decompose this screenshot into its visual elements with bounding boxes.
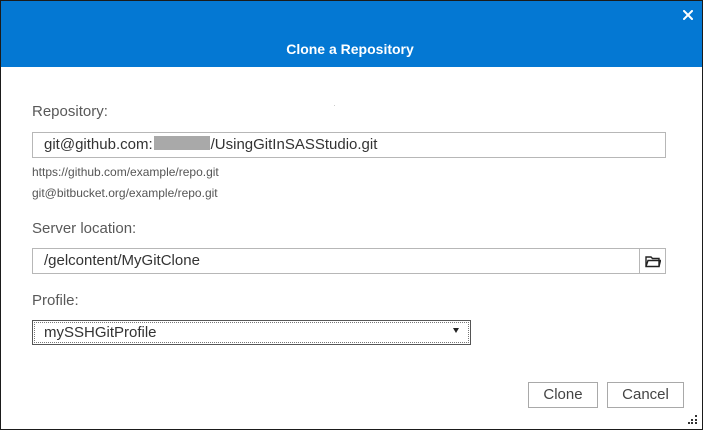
grip-dot	[691, 419, 693, 421]
cancel-button[interactable]: Cancel	[607, 382, 684, 408]
clone-repository-dialog: Clone a Repository Repository: git@githu…	[0, 0, 703, 430]
browse-folder-button[interactable]	[639, 248, 666, 274]
repository-value-suffix: /UsingGitInSASStudio.git	[210, 136, 378, 153]
repository-value-prefix: git@github.com:	[44, 136, 153, 153]
chevron-down-icon	[453, 328, 459, 333]
close-button[interactable]	[681, 8, 695, 22]
repository-hint-https: https://github.com/example/repo.git	[32, 165, 219, 179]
dialog-header: Clone a Repository	[1, 1, 702, 67]
grip-dot	[688, 422, 690, 424]
grip-dot	[695, 415, 697, 417]
grip-dot	[695, 422, 697, 424]
profile-label: Profile:	[32, 292, 79, 309]
redacted-username	[153, 136, 210, 150]
repository-input[interactable]: git@github.com: /UsingGitInSASStudio.git	[32, 132, 666, 158]
repository-hint-ssh: git@bitbucket.org/example/repo.git	[32, 186, 218, 200]
grip-dot	[695, 419, 697, 421]
clone-button[interactable]: Clone	[528, 382, 598, 408]
close-icon	[682, 9, 694, 21]
repository-label: Repository:	[32, 103, 108, 120]
profile-select[interactable]: mySSHGitProfile	[32, 320, 471, 345]
profile-selected-value: mySSHGitProfile	[44, 324, 157, 341]
server-location-label: Server location:	[32, 220, 137, 237]
server-location-input[interactable]: /gelcontent/MyGitClone	[32, 248, 640, 274]
dialog-title: Clone a Repository	[286, 41, 414, 57]
stray-pixel	[334, 105, 335, 106]
grip-dot	[691, 422, 693, 424]
folder-icon	[645, 256, 661, 268]
resize-grip-icon[interactable]	[688, 415, 697, 424]
